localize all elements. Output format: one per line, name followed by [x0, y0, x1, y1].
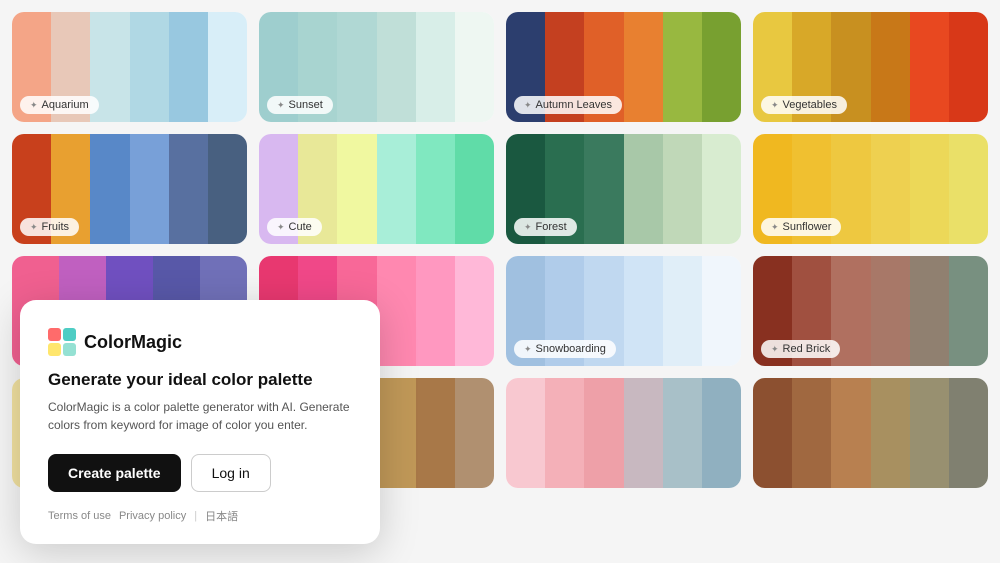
color-strip: [169, 12, 208, 122]
palette-forest[interactable]: Forest: [506, 134, 741, 244]
login-button[interactable]: Log in: [191, 454, 271, 492]
color-strip: [910, 134, 949, 244]
color-strip: [130, 134, 169, 244]
color-strip: [584, 378, 623, 488]
color-strip: [455, 134, 494, 244]
color-strip: [910, 256, 949, 366]
palette-label: Vegetables: [761, 96, 847, 114]
color-strip: [792, 378, 831, 488]
popup-buttons: Create palette Log in: [48, 454, 352, 492]
color-strip: [416, 12, 455, 122]
color-strip: [377, 134, 416, 244]
color-strip: [871, 378, 910, 488]
color-strip: [949, 256, 988, 366]
palette-row4-3[interactable]: [506, 378, 741, 488]
palette-label: Snowboarding: [514, 340, 616, 358]
color-strip: [663, 256, 702, 366]
palette-label: Sunflower: [761, 218, 841, 236]
color-strip: [871, 12, 910, 122]
color-strip: [506, 378, 545, 488]
privacy-link[interactable]: Privacy policy: [119, 510, 186, 522]
color-strip: [624, 134, 663, 244]
color-strip: [169, 134, 208, 244]
color-strip: [871, 134, 910, 244]
palette-label: Cute: [267, 218, 322, 236]
color-strip: [624, 378, 663, 488]
popup-title: Generate your ideal color palette: [48, 370, 352, 390]
color-strip: [702, 256, 741, 366]
language-link[interactable]: 日本語: [205, 508, 238, 524]
color-strip: [753, 378, 792, 488]
color-strip: [663, 134, 702, 244]
palette-label: Fruits: [20, 218, 79, 236]
palette-label: Aquarium: [20, 96, 99, 114]
palette-cute[interactable]: Cute: [259, 134, 494, 244]
palette-snowboarding[interactable]: Snowboarding: [506, 256, 741, 366]
palette-row4-4[interactable]: [753, 378, 988, 488]
palette-label: Autumn Leaves: [514, 96, 622, 114]
color-strip: [910, 12, 949, 122]
colormagic-logo-icon: [48, 328, 76, 356]
color-strip: [130, 12, 169, 122]
color-strip: [702, 12, 741, 122]
palette-label: Red Brick: [761, 340, 840, 358]
palette-label: Sunset: [267, 96, 333, 114]
color-strip: [584, 134, 623, 244]
popup-logo-text: ColorMagic: [84, 332, 182, 353]
color-strip: [455, 256, 494, 366]
color-strip: [455, 378, 494, 488]
color-strip: [702, 378, 741, 488]
color-strip: [624, 256, 663, 366]
create-palette-button[interactable]: Create palette: [48, 454, 181, 492]
color-strip: [455, 12, 494, 122]
color-strip: [377, 378, 416, 488]
color-strip: [545, 378, 584, 488]
popup-logo: ColorMagic: [48, 328, 352, 356]
popup-modal: ColorMagic Generate your ideal color pal…: [20, 300, 380, 544]
palette-fruits[interactable]: Fruits: [12, 134, 247, 244]
color-strip: [949, 12, 988, 122]
color-strip: [208, 134, 247, 244]
color-strip: [377, 12, 416, 122]
color-strip: [377, 256, 416, 366]
palette-label: Forest: [514, 218, 577, 236]
color-strip: [663, 378, 702, 488]
color-strip: [208, 12, 247, 122]
palette-sunflower[interactable]: Sunflower: [753, 134, 988, 244]
palette-red-brick[interactable]: Red Brick: [753, 256, 988, 366]
color-strip: [663, 12, 702, 122]
color-strip: [949, 134, 988, 244]
color-strip: [90, 134, 129, 244]
terms-link[interactable]: Terms of use: [48, 510, 111, 522]
color-strip: [416, 134, 455, 244]
color-strip: [871, 256, 910, 366]
color-strip: [702, 134, 741, 244]
color-strip: [910, 378, 949, 488]
color-strip: [949, 378, 988, 488]
palette-autumn-leaves[interactable]: Autumn Leaves: [506, 12, 741, 122]
palette-sunset[interactable]: Sunset: [259, 12, 494, 122]
popup-footer: Terms of use Privacy policy | 日本語: [48, 508, 352, 524]
color-strip: [624, 12, 663, 122]
popup-description: ColorMagic is a color palette generator …: [48, 398, 352, 434]
palette-vegetables[interactable]: Vegetables: [753, 12, 988, 122]
color-strip: [831, 378, 870, 488]
color-strip: [337, 134, 376, 244]
color-strip: [416, 256, 455, 366]
palette-aquarium[interactable]: Aquarium: [12, 12, 247, 122]
color-strip: [337, 12, 376, 122]
color-strip: [416, 378, 455, 488]
